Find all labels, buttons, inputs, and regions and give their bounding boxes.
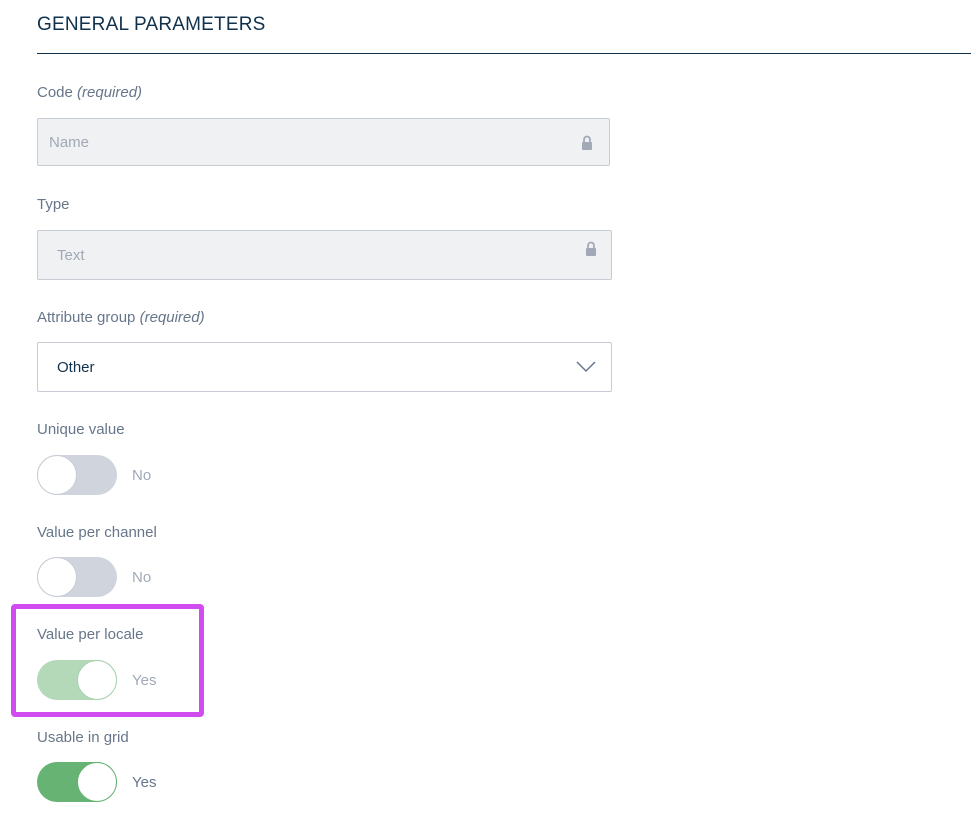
value-per-channel-state: No <box>132 569 152 586</box>
usable-in-grid-label: Usable in grid <box>37 729 129 746</box>
code-required-hint: (required) <box>77 84 143 101</box>
chevron-down-icon[interactable] <box>576 361 596 373</box>
code-field-value: Name <box>49 134 90 151</box>
switch-knob <box>37 455 77 495</box>
usable-in-grid-state: Yes <box>132 774 157 791</box>
lock-icon <box>586 241 596 256</box>
attribute-group-select[interactable]: Other <box>37 342 612 392</box>
usable-in-grid-switch[interactable] <box>37 762 117 802</box>
section-divider <box>37 53 971 54</box>
switch-knob <box>37 557 77 597</box>
section-title: GENERAL PARAMETERS <box>37 14 266 35</box>
value-per-channel-switch[interactable] <box>37 557 117 597</box>
type-label-text: Type <box>37 196 70 213</box>
code-label: Code (required) <box>37 84 142 101</box>
type-field[interactable]: Text <box>37 230 612 280</box>
value-per-channel-label: Value per channel <box>37 524 157 541</box>
unique-value-label: Unique value <box>37 421 125 438</box>
attribute-group-selected-value: Other <box>57 359 95 376</box>
attribute-group-required-hint: (required) <box>139 309 205 326</box>
switch-knob <box>77 762 117 802</box>
type-field-value: Text <box>57 247 85 264</box>
code-field[interactable]: Name <box>37 118 610 166</box>
attribute-group-label-text: Attribute group <box>37 309 136 326</box>
type-label: Type <box>37 196 70 213</box>
unique-value-state: No <box>132 467 152 484</box>
highlight-annotation <box>11 604 204 717</box>
unique-value-switch[interactable] <box>37 455 117 495</box>
attribute-group-label: Attribute group (required) <box>37 309 205 326</box>
lock-icon <box>582 135 592 150</box>
code-label-text: Code <box>37 84 73 101</box>
